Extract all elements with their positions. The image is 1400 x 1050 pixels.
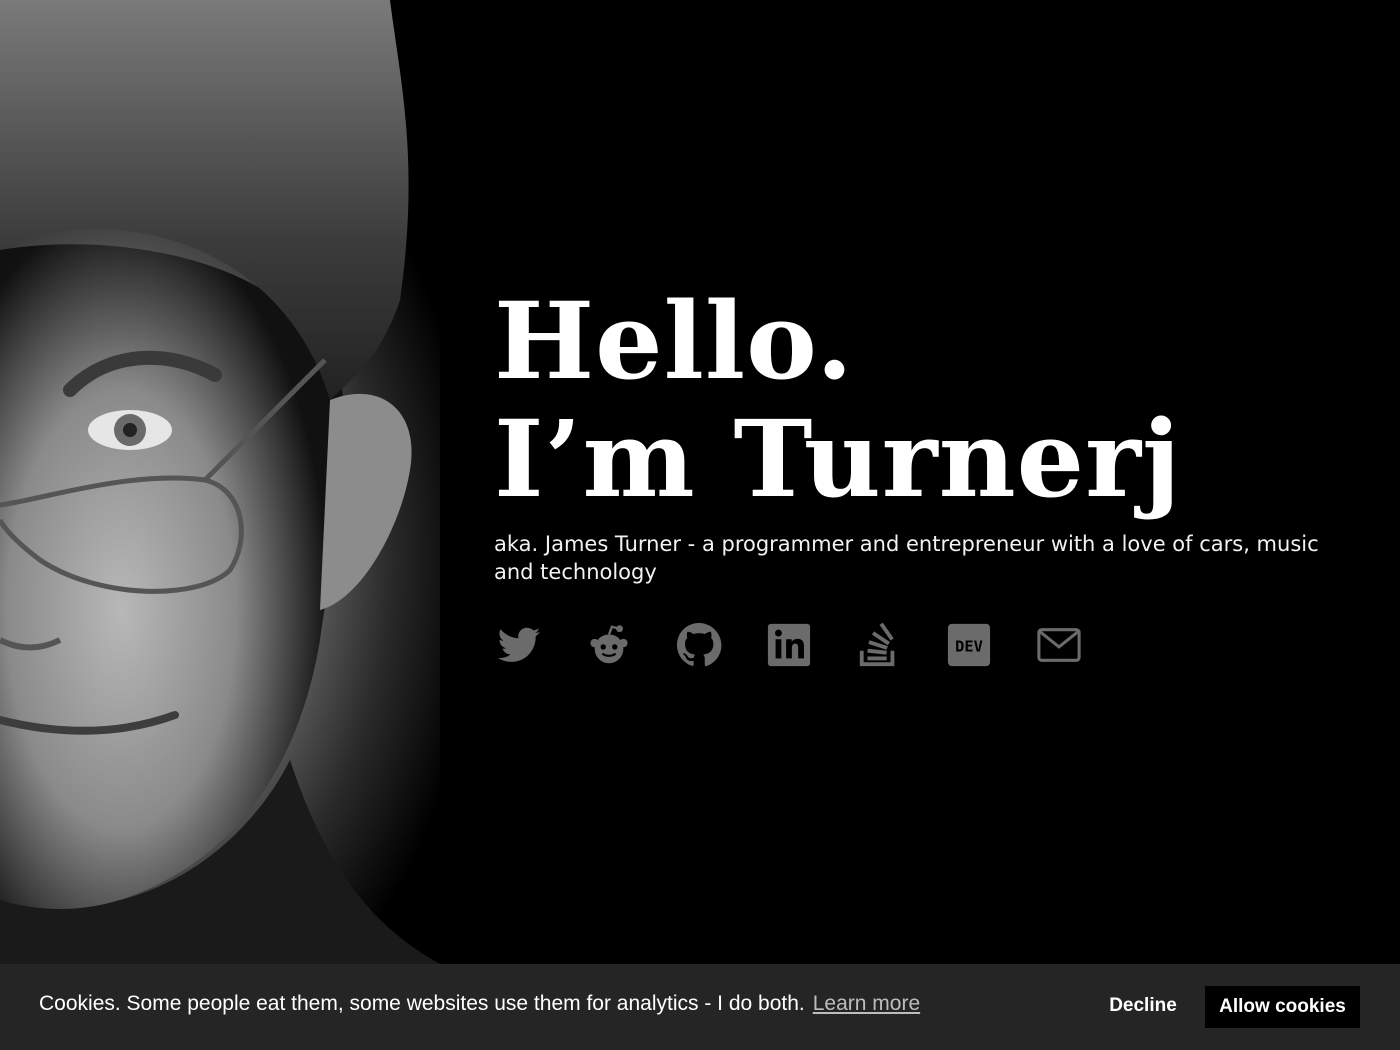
email-icon	[1037, 628, 1081, 662]
dev-icon-text: DEV	[955, 638, 983, 656]
hero-section: Hello. I’m Turnerj aka. James Turner - a…	[494, 282, 1374, 670]
github-icon	[676, 622, 722, 667]
dev-link[interactable]: DEV	[944, 620, 994, 670]
learn-more-link[interactable]: Learn more	[813, 992, 920, 1015]
allow-cookies-button[interactable]: Allow cookies	[1205, 986, 1360, 1028]
github-link[interactable]	[674, 620, 724, 670]
reddit-link[interactable]	[584, 620, 634, 670]
headline-name: I’m Turnerj	[494, 396, 1182, 521]
profile-portrait	[0, 0, 440, 964]
email-link[interactable]	[1034, 620, 1084, 670]
reddit-icon	[590, 625, 628, 664]
decline-button[interactable]: Decline	[1088, 986, 1198, 1026]
linkedin-icon	[767, 623, 811, 667]
tagline: aka. James Turner - a programmer and ent…	[494, 532, 1319, 584]
cookie-message-container: Cookies. Some people eat them, some webs…	[39, 992, 920, 1016]
stackoverflow-link[interactable]	[854, 620, 904, 670]
twitter-link[interactable]	[494, 620, 544, 670]
portrait-illustration	[0, 0, 440, 964]
linkedin-link[interactable]	[764, 620, 814, 670]
social-links: DEV	[494, 620, 1374, 670]
cookie-message: Cookies. Some people eat them, some webs…	[39, 992, 805, 1015]
page-title: Hello. I’m Turnerj	[494, 282, 1374, 518]
headline-greeting: Hello.	[494, 278, 854, 403]
dev-icon: DEV	[947, 623, 991, 667]
stackoverflow-icon	[859, 622, 895, 667]
twitter-icon	[497, 627, 541, 662]
